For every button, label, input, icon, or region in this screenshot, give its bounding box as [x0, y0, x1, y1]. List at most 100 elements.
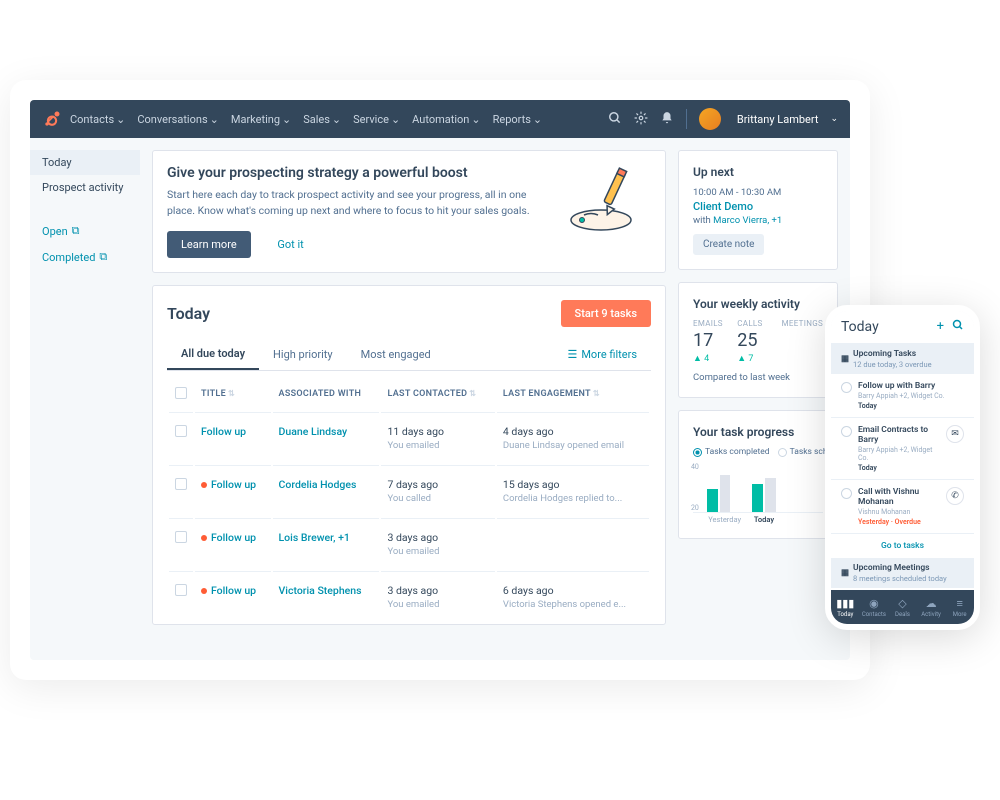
tab-high-priority[interactable]: High priority — [259, 340, 347, 369]
nav-marketing[interactable]: Marketing ⌄ — [231, 113, 291, 126]
nav-reports[interactable]: Reports ⌄ — [493, 113, 543, 126]
col-title: TITLE⇅ — [195, 379, 271, 410]
table-row[interactable]: Follow up Duane Lindsay 11 days agoYou e… — [169, 412, 649, 463]
top-navbar: Contacts ⌄ Conversations ⌄ Marketing ⌄ S… — [30, 100, 850, 138]
priority-dot-icon — [201, 588, 207, 594]
nav-conversations[interactable]: Conversations ⌄ — [137, 113, 219, 126]
phone-nav-contacts[interactable]: ◉Contacts — [860, 590, 889, 624]
left-sidebar: Today Prospect activity Open ⧉ Completed… — [30, 138, 140, 660]
sidebar-link-open[interactable]: Open ⧉ — [30, 218, 140, 244]
table-row[interactable]: Follow up Victoria Stephens 3 days agoYo… — [169, 571, 649, 622]
up-next-heading: Up next — [693, 165, 823, 179]
task-action-icon[interactable]: ✆ — [946, 487, 964, 505]
go-to-tasks-link[interactable]: Go to tasks — [831, 534, 974, 558]
sidebar-item-today[interactable]: Today — [30, 150, 140, 175]
task-title-link[interactable]: Follow up — [201, 425, 246, 438]
associated-link[interactable]: Cordelia Hodges — [279, 478, 357, 491]
task-title-link[interactable]: Follow up — [211, 531, 256, 544]
phone-task-item[interactable]: Call with Vishnu MohananVishnu MohananYe… — [831, 480, 974, 534]
contacted-sub: You emailed — [387, 546, 488, 557]
row-checkbox[interactable] — [175, 531, 187, 543]
radio-tasks-completed[interactable]: Tasks completed — [693, 447, 770, 457]
nav-sales[interactable]: Sales ⌄ — [303, 113, 341, 126]
cloud-icon: ☁ — [926, 597, 937, 610]
associated-link[interactable]: Duane Lindsay — [279, 425, 348, 438]
row-checkbox[interactable] — [175, 584, 187, 596]
tag-icon: ◇ — [898, 597, 906, 610]
external-link-icon: ⧉ — [99, 250, 107, 264]
phone-frame: Today + ▦ Upcoming Tasks12 due today, 3 … — [825, 305, 980, 630]
priority-dot-icon — [201, 482, 207, 488]
select-all-checkbox[interactable] — [175, 387, 187, 399]
task-action-icon[interactable]: ✉ — [946, 425, 964, 443]
task-checkbox[interactable] — [841, 382, 852, 393]
got-it-button[interactable]: Got it — [263, 231, 317, 258]
phone-header: Today + — [831, 311, 974, 344]
start-tasks-button[interactable]: Start 9 tasks — [561, 300, 651, 327]
sidebar-link-completed[interactable]: Completed ⧉ — [30, 244, 140, 270]
task-progress-card: Your task progress Tasks completed Tasks… — [678, 410, 838, 539]
chevron-down-icon: ⌄ — [116, 113, 125, 126]
nav-service[interactable]: Service ⌄ — [353, 113, 400, 126]
search-icon[interactable] — [608, 111, 622, 128]
task-checkbox[interactable] — [841, 488, 852, 499]
user-avatar[interactable] — [699, 108, 721, 130]
progress-chart: 4020 — [693, 463, 823, 513]
nav-contacts[interactable]: Contacts ⌄ — [70, 113, 125, 126]
phone-nav-more[interactable]: ≡More — [945, 590, 974, 624]
progress-heading: Your task progress — [693, 425, 823, 439]
search-icon[interactable] — [952, 319, 964, 335]
tab-all-due-today[interactable]: All due today — [167, 339, 259, 370]
col-last-contacted: LAST CONTACTED⇅ — [381, 379, 494, 410]
more-filters-button[interactable]: ☰ More filters — [553, 340, 651, 369]
radio-icon — [693, 448, 702, 457]
task-title-link[interactable]: Follow up — [211, 584, 256, 597]
tab-most-engaged[interactable]: Most engaged — [347, 340, 445, 369]
associated-link[interactable]: Lois Brewer, +1 — [279, 531, 350, 544]
phone-nav-activity[interactable]: ☁Activity — [917, 590, 946, 624]
row-checkbox[interactable] — [175, 478, 187, 490]
chevron-down-icon: ⌄ — [282, 113, 291, 126]
chevron-down-icon: ⌄ — [210, 113, 219, 126]
learn-more-button[interactable]: Learn more — [167, 231, 251, 258]
phone-task-item[interactable]: Email Contracts to BarryBarry Appiah +2,… — [831, 418, 974, 480]
external-link-icon: ⧉ — [72, 224, 80, 238]
create-note-button[interactable]: Create note — [693, 234, 764, 255]
chevron-down-icon: ⌄ — [830, 114, 838, 124]
chevron-down-icon: ⌄ — [533, 113, 542, 126]
stat-emails: EMAILS 17 ▲ 4 — [693, 319, 725, 364]
calendar-icon: ▦ — [841, 354, 849, 364]
table-row[interactable]: Follow up Cordelia Hodges 7 days agoYou … — [169, 465, 649, 516]
contacted-sub: You emailed — [387, 599, 488, 610]
main-nav: Contacts ⌄ Conversations ⌄ Marketing ⌄ S… — [70, 113, 608, 126]
row-checkbox[interactable] — [175, 425, 187, 437]
up-next-card: Up next 10:00 AM - 10:30 AM Client Demo … — [678, 150, 838, 270]
phone-nav-today[interactable]: ▮▮▮Today — [831, 590, 860, 624]
phone-nav-deals[interactable]: ◇Deals — [888, 590, 917, 624]
onboarding-banner: Give your prospecting strategy a powerfu… — [152, 150, 666, 273]
bell-icon[interactable] — [660, 111, 674, 128]
task-checkbox[interactable] — [841, 426, 852, 437]
sidebar-item-prospect-activity[interactable]: Prospect activity — [30, 175, 140, 200]
up-next-title[interactable]: Client Demo — [693, 200, 823, 213]
nav-automation[interactable]: Automation ⌄ — [412, 113, 480, 126]
nav-right: Brittany Lambert ⌄ — [608, 108, 838, 130]
task-title-link[interactable]: Follow up — [211, 478, 256, 491]
attendee-link[interactable]: Marco Vierra, +1 — [713, 215, 782, 226]
chevron-down-icon: ⌄ — [391, 113, 400, 126]
today-card: Today Start 9 tasks All due today High p… — [152, 285, 666, 625]
phone-task-item[interactable]: Follow up with BarryBarry Appiah +2, Wid… — [831, 374, 974, 418]
associated-link[interactable]: Victoria Stephens — [279, 584, 362, 597]
upcoming-tasks-header: ▦ Upcoming Tasks12 due today, 3 overdue — [831, 344, 974, 374]
person-icon: ◉ — [869, 597, 879, 610]
add-icon[interactable]: + — [937, 319, 944, 335]
phone-screen: Today + ▦ Upcoming Tasks12 due today, 3 … — [831, 311, 974, 624]
table-row[interactable]: Follow up Lois Brewer, +1 3 days agoYou … — [169, 518, 649, 569]
engaged-sub: Duane Lindsay opened email — [503, 440, 643, 451]
stat-calls: CALLS 25 ▲ 7 — [737, 319, 769, 364]
priority-dot-icon — [201, 535, 207, 541]
settings-gear-icon[interactable] — [634, 111, 648, 128]
col-last-engagement: LAST ENGAGEMENT⇅ — [497, 379, 649, 410]
user-name[interactable]: Brittany Lambert — [737, 113, 819, 126]
col-associated[interactable]: ASSOCIATED WITH — [273, 379, 380, 410]
